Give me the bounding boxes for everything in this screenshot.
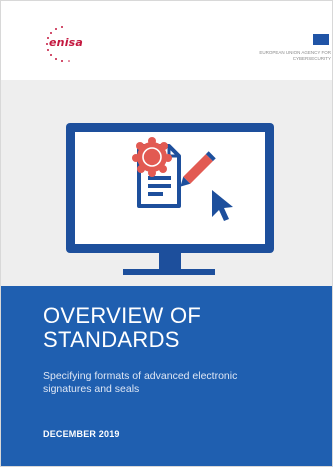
seal-icon [132, 137, 172, 177]
cover-title: OVERVIEW OF STANDARDS [43, 303, 202, 352]
report-cover: enisa EUROPEAN UNION AGENCY FOR CYBERSEC… [0, 0, 333, 467]
cover-subtitle: Specifying formats of advanced electroni… [43, 370, 238, 395]
cover-header: enisa EUROPEAN UNION AGENCY FOR CYBERSEC… [1, 1, 332, 80]
cover-illustration [1, 80, 332, 286]
publication-date: DECEMBER 2019 [43, 429, 120, 439]
agency-name: EUROPEAN UNION AGENCY FOR CYBERSECURITY [259, 50, 331, 61]
enisa-logo: enisa [39, 23, 99, 67]
eu-flag-icon [313, 34, 329, 45]
monitor-icon [66, 123, 274, 275]
logo-wordmark: enisa [49, 36, 84, 49]
